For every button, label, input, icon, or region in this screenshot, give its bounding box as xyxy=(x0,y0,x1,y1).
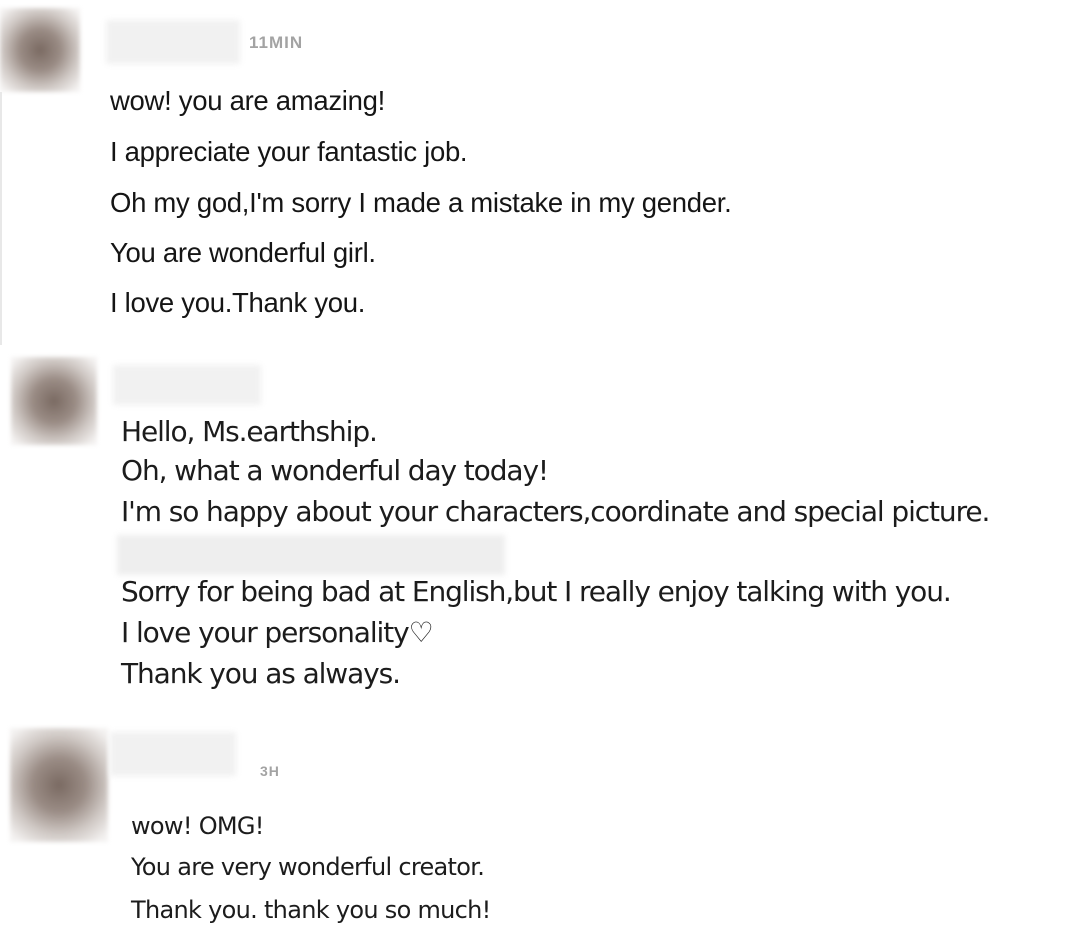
username-redacted[interactable] xyxy=(110,732,236,776)
redacted-text xyxy=(117,535,505,575)
comment-text-line: I love you.Thank you. xyxy=(110,287,366,318)
comment-text-line: I love your personality♡ xyxy=(121,616,434,649)
comment-text-line: wow! OMG! xyxy=(131,812,264,840)
comment-text-line: I'm so happy about your characters,coord… xyxy=(121,495,990,528)
comment-text-line: Thank you. thank you so much! xyxy=(131,896,491,924)
avatar[interactable] xyxy=(0,8,80,92)
comment-text-line: You are very wonderful creator. xyxy=(131,853,485,881)
avatar[interactable] xyxy=(11,357,97,445)
username-redacted[interactable] xyxy=(113,365,261,405)
comment-2: Hello, Ms.earthship. Oh, what a wonderfu… xyxy=(0,345,1092,720)
comment-text-line: I appreciate your fantastic job. xyxy=(110,136,468,167)
comment-text-line: You are wonderful girl. xyxy=(110,237,376,268)
comment-text-line: Thank you as always. xyxy=(121,657,401,690)
thread-divider xyxy=(0,92,2,345)
comment-text-line: Oh, what a wonderful day today! xyxy=(121,454,549,487)
timestamp: 11MIN xyxy=(249,33,304,52)
username-redacted[interactable] xyxy=(106,20,240,64)
avatar[interactable] xyxy=(10,728,108,842)
comment-3: 3H wow! OMG! You are very wonderful crea… xyxy=(0,720,1092,951)
comment-1: 11MIN wow! you are amazing! I appreciate… xyxy=(0,0,1092,345)
comment-text-line: Oh my god,I'm sorry I made a mistake in … xyxy=(110,187,732,218)
comment-text-line: Hello, Ms.earthship. xyxy=(121,415,378,448)
comment-text-line: Sorry for being bad at English,but I rea… xyxy=(121,575,952,608)
timestamp: 3H xyxy=(260,763,280,779)
comment-text-line: wow! you are amazing! xyxy=(110,85,385,116)
